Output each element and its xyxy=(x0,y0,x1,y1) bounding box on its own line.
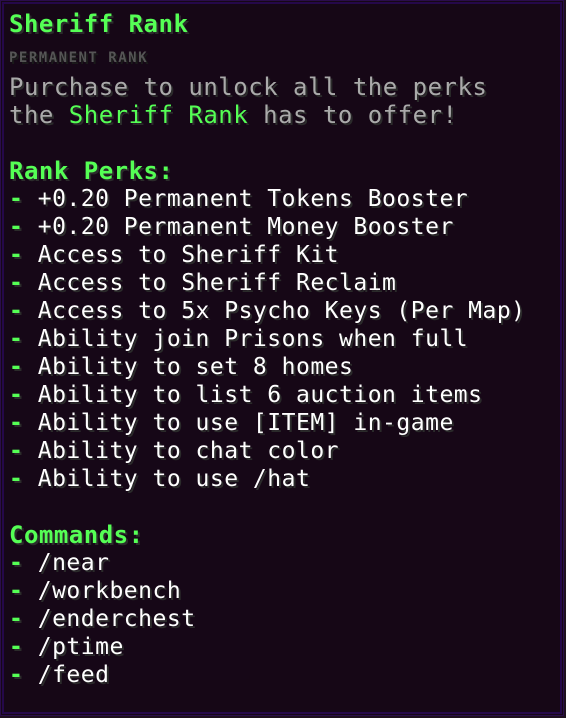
perk-item: - Ability to chat color xyxy=(9,437,565,465)
perk-item: - +0.20 Permanent Tokens Booster xyxy=(9,185,565,213)
bullet-dash: - xyxy=(9,382,24,408)
perk-item-text: Ability to use [ITEM] in-game xyxy=(37,410,454,436)
bullet-dash: - xyxy=(9,662,24,688)
bullet-dash: - xyxy=(9,550,24,576)
perk-item-text: Ability to list 6 auction items xyxy=(37,382,483,408)
bullet-dash: - xyxy=(9,242,24,268)
perks-header: Rank Perks: xyxy=(9,157,174,185)
bullet-dash: - xyxy=(9,270,24,296)
commands-list: - /near - /workbench - /enderchest - /ptime… xyxy=(9,549,565,689)
perk-item-text: +0.20 Permanent Tokens Booster xyxy=(37,186,469,212)
perk-item-text: Ability to chat color xyxy=(37,438,340,464)
bullet-dash: - xyxy=(9,298,24,324)
perk-item-text: Ability to use /hat xyxy=(37,466,311,492)
perks-list: - +0.20 Permanent Tokens Booster - +0.20 … xyxy=(9,185,565,493)
perk-item-text: Access to Sheriff Reclaim xyxy=(37,270,397,296)
command-item-text: /near xyxy=(37,550,110,576)
bullet-dash: - xyxy=(9,578,24,604)
perk-item-text: Ability join Prisons when full xyxy=(37,326,469,352)
perk-item: - Ability to use /hat xyxy=(9,465,565,493)
perk-item: - Ability to list 6 auction items xyxy=(9,381,565,409)
perk-item: - +0.20 Permanent Money Booster xyxy=(9,213,565,241)
tooltip-subtitle: PERMANENT RANK xyxy=(9,50,149,66)
perk-item: - Access to Sheriff Reclaim xyxy=(9,269,565,297)
command-item-text: /enderchest xyxy=(37,606,196,632)
command-item-text: /workbench xyxy=(37,578,182,604)
description-post: has to offer! xyxy=(248,101,458,129)
bullet-dash: - xyxy=(9,466,24,492)
command-item-text: /feed xyxy=(37,662,110,688)
bullet-dash: - xyxy=(9,438,24,464)
perk-item-text: +0.20 Permanent Money Booster xyxy=(37,214,454,240)
perk-item-text: Access to 5x Psycho Keys (Per Map) xyxy=(37,298,526,324)
description-line-2: the Sheriff Rank has to offer! xyxy=(9,101,565,129)
game-screen: Sheriff Rank PERMANENT RANK Purchase to … xyxy=(0,0,566,718)
description-line-1: Purchase to unlock all the perks xyxy=(9,73,488,101)
command-item: - /near xyxy=(9,549,565,577)
tooltip-title: Sheriff Rank xyxy=(9,10,189,38)
bullet-dash: - xyxy=(9,634,24,660)
bullet-dash: - xyxy=(9,354,24,380)
command-item: - /ptime xyxy=(9,633,565,661)
description-pre: the xyxy=(9,101,69,129)
commands-header: Commands: xyxy=(9,521,144,549)
perk-item-text: Access to Sheriff Kit xyxy=(37,242,340,268)
bullet-dash: - xyxy=(9,606,24,632)
command-item: - /enderchest xyxy=(9,605,565,633)
command-item: - /feed xyxy=(9,661,565,689)
perk-item: - Access to Sheriff Kit xyxy=(9,241,565,269)
command-item: - /workbench xyxy=(9,577,565,605)
bullet-dash: - xyxy=(9,326,24,352)
perk-item: - Ability to set 8 homes xyxy=(9,353,565,381)
perk-item: - Ability join Prisons when full xyxy=(9,325,565,353)
perk-item: - Access to 5x Psycho Keys (Per Map) xyxy=(9,297,565,325)
description-rank-name: Sheriff Rank xyxy=(68,101,249,129)
perk-item-text: Ability to set 8 homes xyxy=(37,354,354,380)
bullet-dash: - xyxy=(9,214,24,240)
bullet-dash: - xyxy=(9,186,24,212)
bullet-dash: - xyxy=(9,410,24,436)
perk-item: - Ability to use [ITEM] in-game xyxy=(9,409,565,437)
command-item-text: /ptime xyxy=(37,634,124,660)
item-tooltip: Sheriff Rank PERMANENT RANK Purchase to … xyxy=(0,0,564,716)
tooltip-content: Sheriff Rank PERMANENT RANK Purchase to … xyxy=(9,5,565,689)
